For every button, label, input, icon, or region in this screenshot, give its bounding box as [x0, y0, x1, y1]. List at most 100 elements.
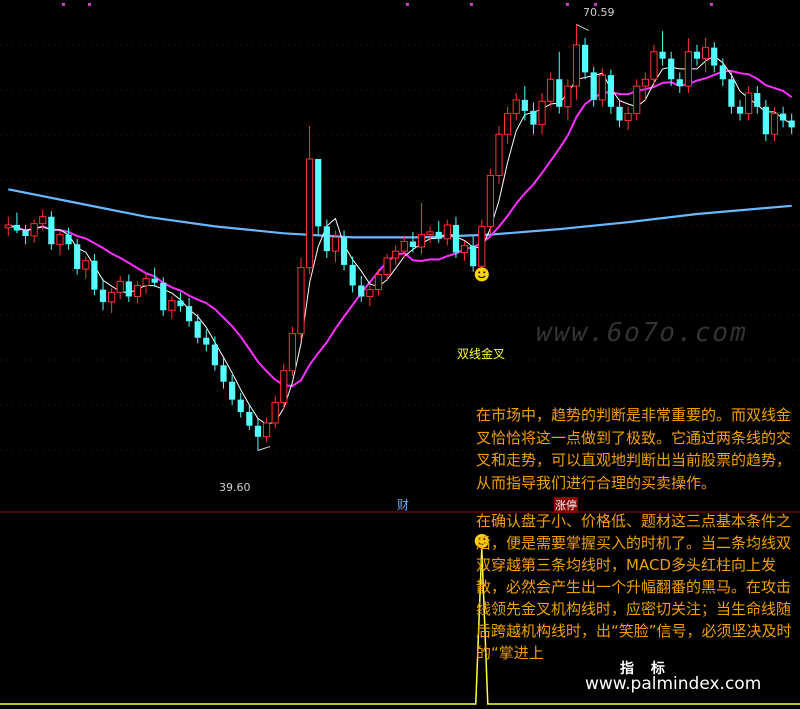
- candle-body: [779, 113, 787, 121]
- candle-body: [392, 250, 400, 259]
- top-tick: [62, 3, 65, 6]
- candle-body: [693, 51, 701, 59]
- candle-body: [22, 230, 29, 236]
- candle-body: [668, 58, 675, 80]
- candle-body: [56, 234, 64, 245]
- candle-body: [151, 278, 158, 283]
- candle-body: [271, 401, 279, 424]
- candle-body: [495, 133, 503, 176]
- candle-body: [99, 289, 107, 302]
- candle-body: [211, 344, 219, 366]
- candle-body: [48, 216, 55, 245]
- candle-body: [590, 72, 597, 100]
- candle-body: [280, 370, 288, 403]
- candle-body: [530, 110, 537, 125]
- candle-body: [237, 399, 244, 412]
- candle-body: [684, 51, 692, 87]
- candle-body: [254, 425, 262, 437]
- golden-cross-smiley: [474, 267, 489, 282]
- candle-body: [160, 282, 167, 311]
- candle-body: [194, 321, 201, 338]
- candle-body: [470, 245, 477, 267]
- candle-body: [374, 274, 383, 291]
- candle-body: [426, 231, 434, 236]
- candle-body: [443, 224, 451, 240]
- candle-body: [108, 291, 116, 303]
- candle-body: [641, 78, 649, 87]
- candle-body: [315, 159, 322, 227]
- candle-body: [745, 92, 753, 115]
- candle-body: [306, 158, 314, 269]
- top-tick: [566, 3, 569, 6]
- finance-marker[interactable]: 财: [397, 496, 409, 513]
- candle-body: [358, 285, 365, 297]
- candle-body: [607, 75, 615, 107]
- candle-body: [762, 106, 769, 135]
- candle-body: [168, 300, 176, 311]
- candle-body: [142, 278, 150, 286]
- candle-body: [452, 225, 460, 253]
- candle-body: [220, 365, 227, 382]
- candle-body: [262, 422, 271, 438]
- candle-body: [82, 260, 90, 270]
- candle-body: [203, 337, 210, 345]
- top-tick: [470, 3, 473, 6]
- candle-body: [676, 79, 683, 87]
- golden-cross-label: 双线金叉: [457, 347, 506, 361]
- watermark-bottom: www.palmindex.com: [585, 674, 762, 694]
- candle-body: [598, 74, 606, 101]
- watermark-middle: www.6o7o.com: [532, 318, 752, 348]
- low-price-label: 39.60: [219, 481, 251, 494]
- candle-body: [719, 65, 726, 80]
- candle-body: [754, 93, 761, 107]
- candle-body: [400, 241, 408, 252]
- candle-body: [246, 412, 253, 426]
- candle-body: [521, 99, 528, 111]
- candle-body: [581, 44, 589, 73]
- candle-body: [331, 236, 340, 252]
- candle-body: [659, 51, 666, 59]
- candle-body: [409, 241, 417, 247]
- candle-body: [13, 225, 21, 231]
- candle-body: [366, 289, 374, 297]
- candle-body: [4, 224, 12, 229]
- high-price-label: 70.59: [583, 6, 615, 19]
- candle-body: [504, 113, 512, 135]
- candle-body: [30, 223, 38, 237]
- candle-body: [564, 85, 572, 108]
- candle-body: [340, 237, 348, 265]
- candle-body: [133, 285, 142, 297]
- chart-stage: www.6o7o.com 70.59 39.60 双线金叉 财 涨停 在市场中，…: [0, 0, 800, 709]
- candle-body: [74, 244, 81, 269]
- ma-short-line: [8, 55, 792, 425]
- candle-body: [177, 300, 184, 307]
- high-marker: [576, 23, 589, 31]
- candle-body: [702, 47, 710, 60]
- top-tick: [710, 3, 713, 6]
- candle-body: [91, 260, 98, 290]
- candle-body: [788, 120, 795, 128]
- candle-body: [383, 257, 391, 275]
- top-tick: [88, 3, 91, 6]
- annotation-paragraph-2: 在确认盘子小、价格低、题材这三点基本条件之后，便是需要掌握买入的时机了。当二条均…: [476, 512, 792, 662]
- golden-cross-smiley-eye: [483, 271, 486, 274]
- candle-body: [417, 234, 426, 248]
- golden-cross-smiley-eye: [478, 271, 481, 274]
- candle-body: [478, 225, 486, 267]
- candle-body: [65, 234, 72, 245]
- candle-body: [616, 106, 623, 121]
- candle-body: [633, 85, 641, 115]
- candle-body: [297, 267, 305, 335]
- ma-long-line: [8, 188, 792, 239]
- candle-body: [229, 381, 236, 400]
- candle-body: [547, 78, 555, 102]
- candle-body: [435, 231, 442, 239]
- candle-body: [349, 264, 356, 286]
- candle-body: [572, 44, 581, 87]
- annotation-paragraph-1: 在市场中，趋势的判断是非常重要的。而双线金叉恰恰将这一点做到了极致。它通过两条线…: [476, 406, 792, 492]
- candle-body: [460, 245, 469, 253]
- candle-body: [556, 79, 563, 107]
- candle-body: [736, 106, 744, 114]
- low-marker: [257, 446, 271, 451]
- candle-body: [770, 113, 779, 135]
